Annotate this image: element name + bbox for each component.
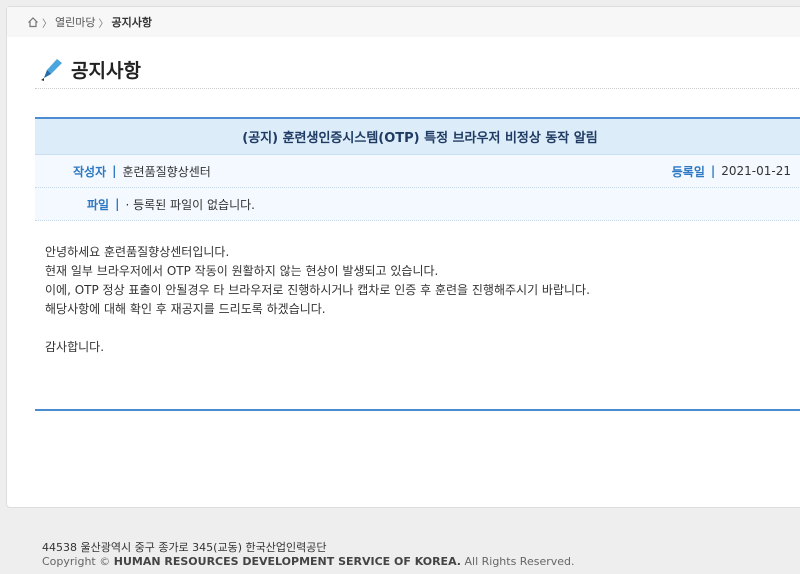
post-title: (공지) 훈련생인증시스템(OTP) 특정 브라우저 비정상 동작 알림 <box>35 119 800 155</box>
file-value: · 등록된 파일이 없습니다. <box>125 197 255 212</box>
date-value: 2021-01-21 <box>721 164 791 178</box>
body-line: 현재 일부 브라우저에서 OTP 작동이 원활하지 않는 현상이 발생되고 있습… <box>45 264 439 278</box>
body-line: 안녕하세요 훈련품질향상센터입니다. <box>45 245 230 259</box>
breadcrumb-item-open-forum[interactable]: 열린마당 <box>55 14 95 30</box>
date-label: 등록일 <box>671 164 705 179</box>
body-line: 감사합니다. <box>45 340 105 354</box>
divider <box>35 88 800 89</box>
author-row: 작성자 | 훈련품질향상센터 등록일 | 2021-01-21 <box>35 155 800 188</box>
body-line: 해당사항에 대해 확인 후 재공지를 드리도록 하겠습니다. <box>45 302 326 316</box>
post-bottom-border <box>35 409 800 411</box>
content-panel: 〉 열린마당 〉 공지사항 공지사항 (공지) 훈련생인증시스템(OTP) 특정… <box>6 6 800 508</box>
home-icon[interactable] <box>27 16 39 28</box>
page-title-row: 공지사항 <box>37 51 800 87</box>
footer-address: 44538 울산광역시 중구 종가로 345(교동) 한국산업인력공단 <box>42 541 327 554</box>
copyright-prefix: Copyright © <box>42 555 111 568</box>
chevron-right-icon: 〉 <box>42 18 52 30</box>
divider-bar: | <box>112 164 117 178</box>
body-line <box>45 319 590 338</box>
footer-copyright: Copyright © HUMAN RESOURCES DEVELOPMENT … <box>42 555 575 569</box>
author-label: 작성자 <box>73 164 107 179</box>
file-label: 파일 <box>87 197 110 212</box>
body-line: 이에, OTP 정상 표출이 안될경우 타 브라우저로 진행하시거나 캡차로 인… <box>45 283 590 297</box>
copyright-organization: HUMAN RESOURCES DEVELOPMENT SERVICE OF K… <box>113 555 461 568</box>
author-value: 훈련품질향상센터 <box>122 164 211 179</box>
page-title: 공지사항 <box>71 59 141 82</box>
divider-bar: | <box>115 197 120 211</box>
file-row: 파일 | · 등록된 파일이 없습니다. <box>35 188 800 221</box>
breadcrumb: 〉 열린마당 〉 공지사항 <box>7 7 800 37</box>
divider-bar: | <box>710 164 716 178</box>
post-header: (공지) 훈련생인증시스템(OTP) 특정 브라우저 비정상 동작 알림 작성자… <box>35 117 800 221</box>
breadcrumb-item-notice: 공지사항 <box>111 16 152 29</box>
chevron-right-icon: 〉 <box>98 18 109 30</box>
copyright-suffix: All Rights Reserved. <box>464 555 575 568</box>
footer: 44538 울산광역시 중구 종가로 345(교동) 한국산업인력공단 Copy… <box>42 541 575 569</box>
pencil-icon <box>41 59 62 81</box>
post-body: 안녕하세요 훈련품질향상센터입니다. 현재 일부 브라우저에서 OTP 작동이 … <box>45 243 590 357</box>
